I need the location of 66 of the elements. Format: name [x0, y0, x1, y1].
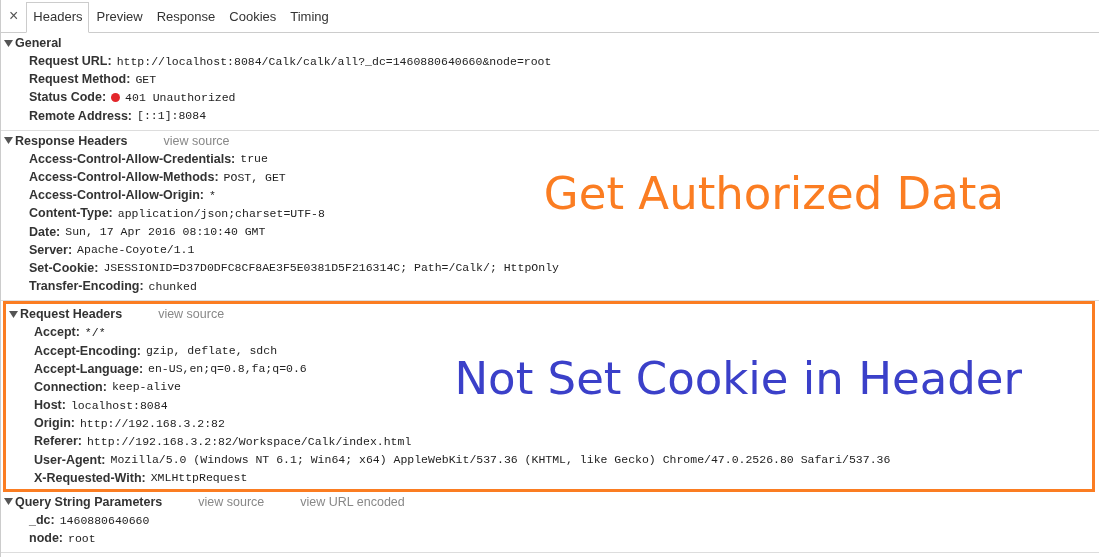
header-name: Access-Control-Allow-Methods:	[29, 170, 219, 185]
tab[interactable]: Response	[149, 2, 223, 33]
header-value: Sun, 17 Apr 2016 08:10:40 GMT	[65, 225, 266, 239]
view-source-link[interactable]: view source	[158, 307, 225, 322]
section-title[interactable]: Query String Parameters	[15, 494, 163, 509]
tab[interactable]: Preview	[89, 2, 150, 33]
header-name: Referer:	[34, 434, 82, 449]
header-value: Mozilla/5.0 (Windows NT 6.1; Win64; x64) AppleWebKit/537.36 (KHTML, like Gecko) Chrome/47.0.2526.80 Safari/537.36	[110, 453, 891, 467]
header-name: Origin:	[34, 416, 75, 431]
header-name: node:	[29, 531, 64, 546]
header-value: XMLHttpRequest	[150, 471, 248, 485]
header-name: Access-Control-Allow-Credentials:	[29, 151, 236, 166]
header-value: en-US,en;q=0.8,fa;q=0.6	[148, 362, 307, 376]
header-name: Accept:	[34, 325, 80, 340]
header-name: User-Agent:	[34, 452, 106, 467]
header-value: keep-alive	[111, 380, 181, 394]
expanded-triangle-icon[interactable]	[4, 136, 13, 146]
header-value: GET	[135, 72, 157, 86]
header-value: gzip, deflate, sdch	[145, 344, 278, 358]
header-value: http://192.168.3.2:82	[79, 416, 225, 430]
header-name: Access-Control-Allow-Origin:	[29, 188, 204, 203]
header-value: 401 Unauthorized	[125, 90, 236, 104]
header-value: */*	[84, 325, 106, 339]
header-name: Status Code:	[29, 90, 107, 105]
expanded-triangle-icon[interactable]	[4, 497, 13, 507]
header-name: Request Method:	[29, 72, 131, 87]
header-value: Apache-Coyote/1.1	[77, 243, 195, 257]
header-value: http://192.168.3.2:82/Workspace/Calk/index.html	[86, 434, 412, 448]
view-source-link[interactable]: view source	[198, 494, 265, 509]
header-name: Request URL:	[29, 54, 112, 69]
header-name: Connection:	[34, 379, 107, 394]
header-name: Remote Address:	[29, 108, 133, 123]
header-name: Accept-Language:	[34, 361, 144, 376]
close-button[interactable]: ×	[5, 7, 27, 32]
header-name: Server:	[29, 242, 73, 257]
header-value: localhost:8084	[70, 398, 168, 412]
section-title[interactable]: General	[15, 36, 62, 50]
header-value: POST, GET	[223, 170, 286, 184]
header-value: chunked	[148, 279, 197, 293]
expanded-triangle-icon[interactable]	[9, 309, 18, 319]
header-value: [::1]:8084	[137, 109, 207, 123]
view-source-link[interactable]: view URL encoded	[300, 494, 405, 509]
tab[interactable]: Cookies	[222, 2, 284, 33]
header-name: Set-Cookie:	[29, 260, 99, 275]
header-name: X-Requested-With:	[34, 470, 146, 485]
header-name: _dc:	[29, 513, 55, 528]
header-name: Accept-Encoding:	[34, 343, 141, 358]
header-value: true	[240, 152, 268, 166]
expanded-triangle-icon[interactable]	[4, 38, 13, 48]
header-value: 1460880640660	[59, 513, 150, 527]
header-name: Date:	[29, 224, 61, 239]
view-source-link[interactable]: view source	[163, 133, 230, 148]
header-name: Host:	[34, 398, 66, 413]
annotation-text: Not Set Cookie in Header	[454, 352, 1022, 406]
tab[interactable]: Headers	[26, 2, 90, 33]
header-value: JSESSIONID=D37D0DFC8CF8AE3F5E0381D5F216314C; Path=/Calk/; HttpOnly	[103, 261, 559, 275]
section-title[interactable]: Response Headers	[15, 133, 128, 148]
header-value: application/json;charset=UTF-8	[117, 206, 325, 220]
section-title[interactable]: Request Headers	[20, 307, 123, 322]
header-value: root	[68, 531, 96, 545]
header-value: *	[209, 188, 216, 202]
tab[interactable]: Timing	[283, 2, 336, 33]
header-name: Transfer-Encoding:	[29, 279, 144, 294]
header-name: Content-Type:	[29, 206, 113, 221]
annotation-text: Get Authorized Data	[543, 166, 1004, 220]
header-value: http://localhost:8084/Calk/calk/all?_dc=1460880640660&node=root	[116, 54, 552, 68]
